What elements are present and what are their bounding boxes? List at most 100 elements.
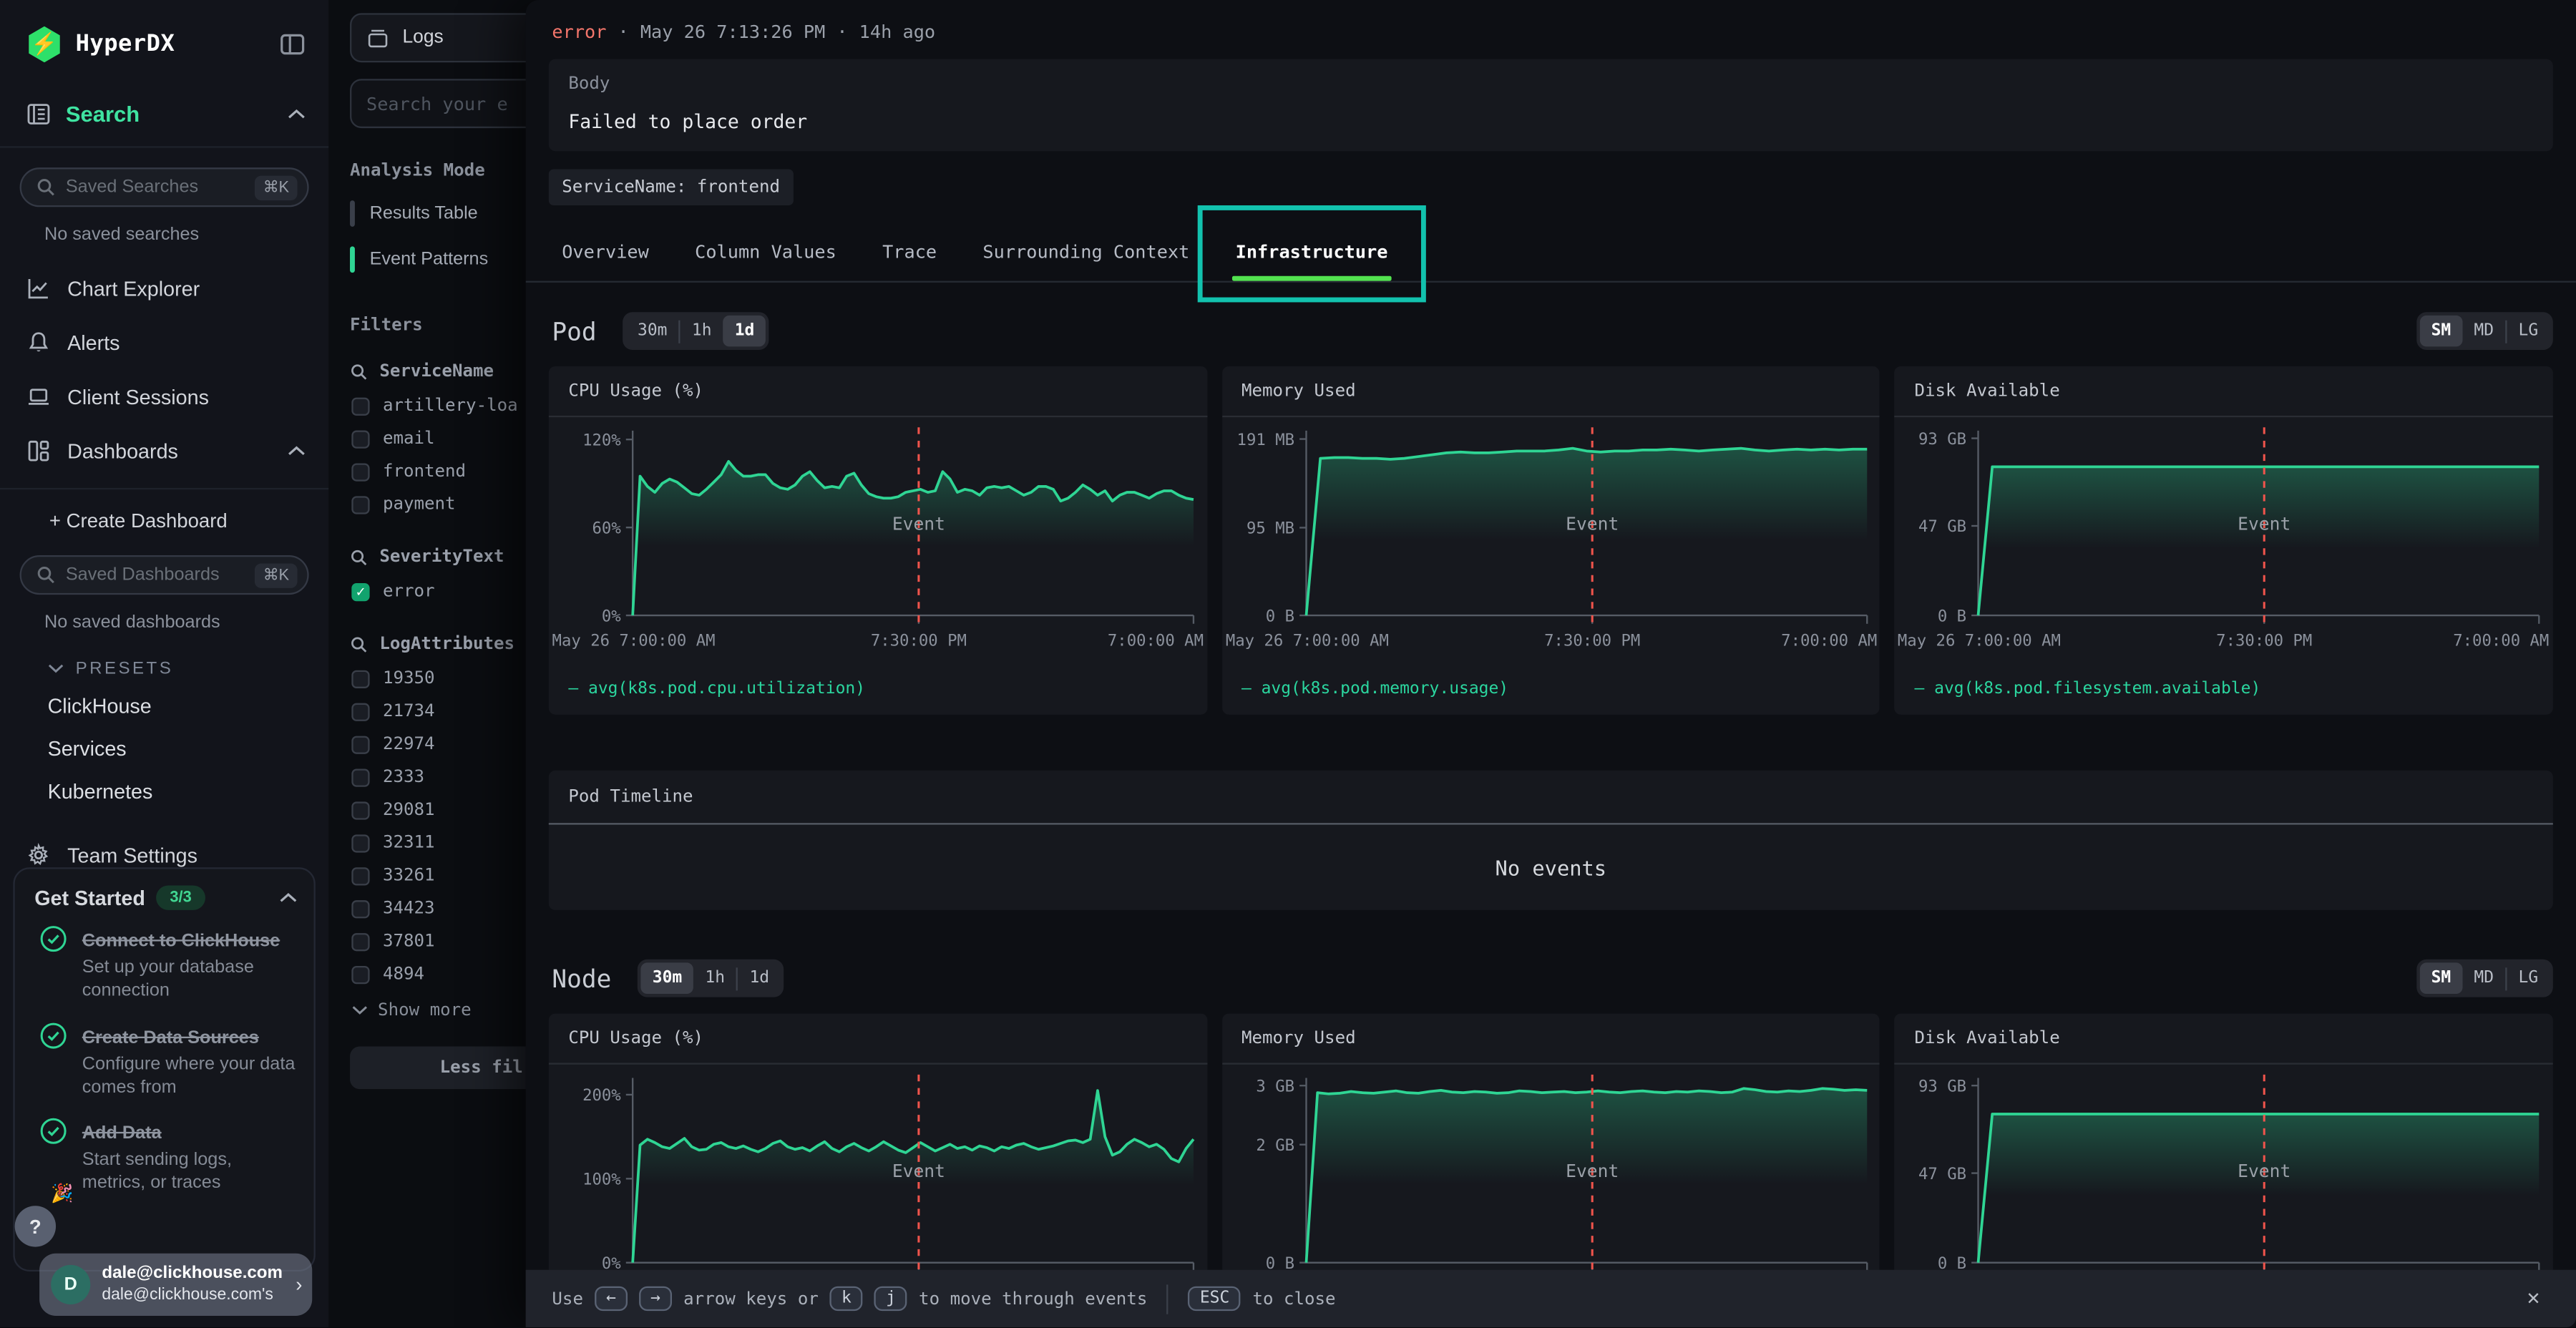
- filter-option[interactable]: 2333: [328, 761, 526, 794]
- close-icon[interactable]: ✕: [2517, 1280, 2550, 1318]
- filter-group-name: LogAttributes: [379, 634, 514, 654]
- team-settings-label: Team Settings: [67, 844, 197, 866]
- filter-option[interactable]: artillery-loa: [328, 389, 526, 422]
- search-section-label: Search: [66, 102, 273, 126]
- checkbox[interactable]: [351, 866, 369, 884]
- get-started-item[interactable]: Connect to ClickHouse Set up your databa…: [39, 925, 297, 1003]
- filter-option[interactable]: 34423: [328, 892, 526, 925]
- filter-option[interactable]: 4894: [328, 958, 526, 991]
- checkbox[interactable]: [351, 899, 369, 917]
- collapse-sidebar-icon[interactable]: [279, 31, 306, 58]
- filter-group-severitytext[interactable]: SeverityText: [328, 521, 526, 575]
- search-icon: [350, 362, 368, 380]
- filter-option[interactable]: 22974: [328, 728, 526, 761]
- sidebar-item-dashboards[interactable]: Dashboards: [0, 424, 328, 478]
- filter-option[interactable]: 19350: [328, 662, 526, 695]
- checkbox[interactable]: [351, 801, 369, 819]
- saved-dashboards-field[interactable]: [66, 565, 245, 585]
- filter-group-logattributes[interactable]: LogAttributes: [328, 607, 526, 662]
- checkbox[interactable]: [351, 735, 369, 753]
- svg-text:0 B: 0 B: [1265, 607, 1294, 625]
- create-dashboard-button[interactable]: + Create Dashboard: [0, 489, 328, 535]
- filter-option[interactable]: email: [328, 422, 526, 455]
- chevron-up-icon[interactable]: [288, 445, 306, 456]
- k-key[interactable]: k: [830, 1286, 863, 1311]
- chart-title: Memory Used: [1221, 366, 1880, 417]
- separator-dot: ·: [618, 21, 629, 43]
- filters-panel: Logs Analysis Mode Results Table Event P…: [328, 0, 526, 1327]
- range-1h-button[interactable]: 1h: [680, 316, 723, 347]
- size-sm-button[interactable]: SM: [2420, 316, 2463, 347]
- range-30m-button[interactable]: 30m: [641, 963, 694, 995]
- service-name-chip[interactable]: ServiceName: frontend: [549, 169, 794, 205]
- filter-option-error[interactable]: ✓error: [328, 575, 526, 608]
- saved-dashboards-input[interactable]: ⌘K: [20, 555, 309, 595]
- get-started-header[interactable]: Get Started 3/3: [34, 885, 297, 909]
- filter-group-servicename[interactable]: ServiceName: [328, 345, 526, 389]
- filter-option[interactable]: 33261: [328, 859, 526, 892]
- size-sm-button[interactable]: SM: [2420, 963, 2463, 995]
- sidebar-item-services[interactable]: Services: [0, 728, 328, 771]
- checkbox[interactable]: [351, 932, 369, 950]
- checkbox[interactable]: [351, 670, 369, 688]
- legend-dash-icon: —: [568, 680, 578, 698]
- filter-option[interactable]: 29081: [328, 794, 526, 826]
- chart-title: CPU Usage (%): [549, 366, 1207, 417]
- user-menu[interactable]: D dale@clickhouse.com dale@clickhouse.co…: [39, 1254, 312, 1316]
- tab-column-values[interactable]: Column Values: [675, 228, 857, 280]
- j-key[interactable]: j: [874, 1286, 907, 1311]
- checkbox[interactable]: [351, 768, 369, 786]
- alerts-label: Alerts: [67, 331, 306, 354]
- saved-searches-field[interactable]: [66, 177, 245, 197]
- tab-surrounding-context[interactable]: Surrounding Context: [963, 228, 1209, 280]
- checkbox[interactable]: [351, 396, 369, 414]
- pod-timeline-empty: No events: [549, 825, 2553, 910]
- tab-trace[interactable]: Trace: [863, 228, 957, 280]
- arrow-left-key[interactable]: ←: [595, 1286, 628, 1311]
- checkbox[interactable]: [351, 462, 369, 480]
- tab-overview[interactable]: Overview: [542, 228, 669, 280]
- mode-results-table[interactable]: Results Table: [328, 190, 526, 236]
- sidebar-item-kubernetes[interactable]: Kubernetes: [0, 771, 328, 814]
- sidebar-item-client-sessions[interactable]: Client Sessions: [0, 370, 328, 424]
- help-button[interactable]: ?: [15, 1206, 56, 1246]
- checkbox[interactable]: [351, 834, 369, 851]
- hint-text: arrow keys or: [683, 1289, 819, 1309]
- get-started-item[interactable]: Create Data Sources Configure where your…: [39, 1021, 297, 1099]
- tab-infrastructure[interactable]: Infrastructure: [1216, 228, 1407, 280]
- presets-toggle[interactable]: PRESETS: [0, 639, 328, 685]
- sidebar-item-clickhouse[interactable]: ClickHouse: [0, 685, 328, 728]
- user-name: dale@clickhouse.com: [102, 1264, 283, 1286]
- range-1d-button[interactable]: 1d: [723, 316, 766, 347]
- filter-option[interactable]: payment: [328, 488, 526, 521]
- arrow-right-key[interactable]: →: [639, 1286, 672, 1311]
- sidebar-item-alerts[interactable]: Alerts: [0, 316, 328, 370]
- chevron-up-icon[interactable]: [279, 892, 297, 904]
- filter-option[interactable]: frontend: [328, 455, 526, 488]
- get-started-item[interactable]: Add Data Start sending logs, metrics, or…: [39, 1118, 297, 1196]
- range-1h-button[interactable]: 1h: [693, 963, 736, 995]
- checkbox[interactable]: [351, 702, 369, 720]
- saved-searches-input[interactable]: ⌘K: [20, 167, 309, 207]
- size-lg-button[interactable]: LG: [2507, 963, 2550, 995]
- filter-option[interactable]: 21734: [328, 695, 526, 728]
- sidebar-item-chart-explorer[interactable]: Chart Explorer: [0, 261, 328, 316]
- esc-key[interactable]: ESC: [1189, 1286, 1241, 1311]
- filter-option[interactable]: 32311: [328, 826, 526, 859]
- range-30m-button[interactable]: 30m: [626, 316, 679, 347]
- checkbox-checked[interactable]: ✓: [351, 582, 369, 600]
- show-more-button[interactable]: Show more: [328, 990, 526, 1020]
- checkbox[interactable]: [351, 429, 369, 447]
- sidebar-item-search[interactable]: Search: [0, 79, 328, 146]
- mode-event-patterns[interactable]: Event Patterns: [328, 237, 526, 283]
- checkbox[interactable]: [351, 495, 369, 513]
- size-lg-button[interactable]: LG: [2507, 316, 2550, 347]
- size-md-button[interactable]: MD: [2462, 316, 2505, 347]
- event-body-card: Body Failed to place order: [549, 59, 2553, 152]
- checkbox[interactable]: [351, 965, 369, 983]
- event-relative-time: 14h ago: [859, 21, 935, 43]
- chevron-up-icon[interactable]: [288, 109, 306, 120]
- size-md-button[interactable]: MD: [2462, 963, 2505, 995]
- range-1d-button[interactable]: 1d: [738, 963, 781, 995]
- filter-option[interactable]: 37801: [328, 925, 526, 958]
